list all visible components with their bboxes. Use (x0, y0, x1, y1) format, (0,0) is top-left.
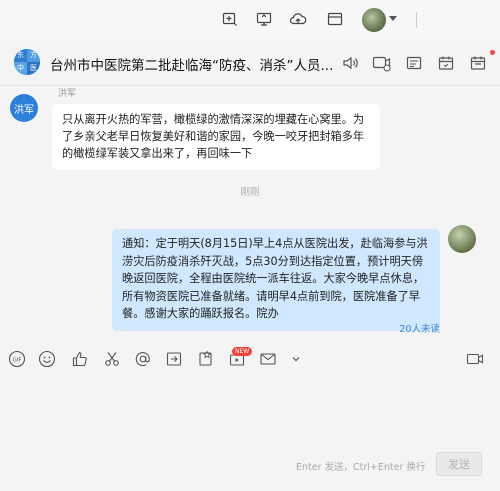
sender-name: 洪军 (58, 89, 77, 99)
send-file-icon[interactable] (165, 350, 183, 368)
notification-dot (490, 50, 495, 55)
chevron-down-icon[interactable] (389, 16, 397, 21)
incoming-message[interactable]: 只从离开火热的军营，橄榄绿的激情深深的埋藏在心窝里。为了乡亲父老早日恢复美好和谐… (52, 104, 380, 170)
send-button[interactable]: 发送 (436, 452, 482, 476)
my-avatar[interactable] (448, 225, 476, 253)
group-avatar-char: 医 (27, 62, 40, 75)
window-icon[interactable] (326, 10, 344, 28)
more-chevron-icon[interactable] (287, 350, 305, 368)
message-timestamp: 刚刚 (240, 187, 260, 198)
chat-header: 东 方 中 医 台州市中医院第二批赴临海“防疫、消杀”人员... (0, 40, 500, 86)
file-icon[interactable] (404, 53, 424, 73)
shortcut-icon[interactable] (197, 350, 215, 368)
input-hint: Enter 发送，Ctrl+Enter 换行 (296, 462, 426, 473)
add-window-icon[interactable] (221, 10, 239, 28)
calendar-icon[interactable] (436, 53, 456, 73)
grid-apps-icon[interactable] (468, 53, 488, 73)
group-avatar-char: 东 (14, 49, 27, 62)
chat-title[interactable]: 台州市中医院第二批赴临海“防疫、消杀”人员... (50, 54, 332, 74)
thumbs-up-icon[interactable] (71, 350, 89, 368)
sender-avatar[interactable]: 洪军 (10, 94, 38, 122)
emoji-icon[interactable] (38, 350, 56, 368)
outgoing-message[interactable]: 通知：定于明天(8月15日)早上4点从医院出发，赴临海参与洪涝灾后防疫消杀歼灭战… (112, 229, 440, 331)
cloud-upload-icon[interactable] (289, 10, 307, 28)
mail-icon[interactable] (259, 350, 277, 368)
group-avatar-char: 中 (14, 62, 27, 75)
video-record-icon[interactable] (466, 350, 484, 368)
input-toolbar: GIF NEW (0, 344, 500, 376)
user-avatar[interactable] (362, 8, 386, 32)
message-list[interactable]: 洪军 洪军 只从离开火热的军营，橄榄绿的激情深深的埋藏在心窝里。为了乡亲父老早日… (0, 86, 500, 344)
gif-label: GIF (12, 357, 21, 363)
microphone-icon[interactable] (340, 53, 360, 73)
scissors-icon[interactable] (103, 350, 121, 368)
group-avatar[interactable]: 东 方 中 医 (14, 49, 40, 75)
group-avatar-char: 方 (27, 49, 40, 62)
mention-icon[interactable] (134, 350, 152, 368)
screen-share-icon[interactable] (255, 10, 273, 28)
top-bar (0, 0, 500, 40)
new-badge: NEW (232, 347, 253, 356)
video-call-icon[interactable] (372, 53, 392, 73)
message-input-area[interactable]: Enter 发送，Ctrl+Enter 换行 发送 (0, 376, 500, 491)
unread-count[interactable]: 20人未读 (350, 321, 440, 335)
gif-icon[interactable]: GIF (8, 350, 26, 368)
divider (416, 12, 417, 28)
